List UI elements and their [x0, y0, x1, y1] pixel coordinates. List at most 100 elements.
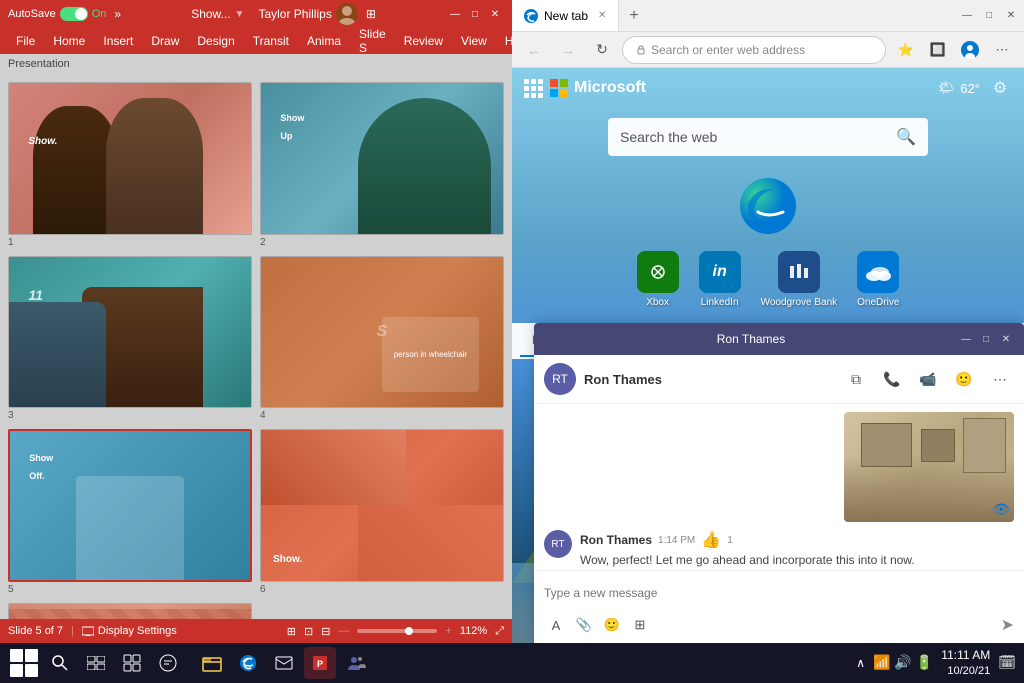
ppt-statusbar: Slide 5 of 7 | Display Settings ⊞ ⊡ ⊟ —	[0, 619, 512, 643]
menu-insert[interactable]: Insert	[95, 32, 141, 50]
volume-icon[interactable]: 🔊	[894, 654, 911, 671]
teams-video-btn[interactable]: 📹	[914, 365, 942, 393]
slide-num-1: 1	[8, 237, 252, 248]
menu-review[interactable]: Review	[396, 32, 451, 50]
wifi-icon[interactable]: 📶	[873, 654, 890, 671]
menu-slidesh[interactable]: Slide S	[351, 25, 394, 57]
slide-2[interactable]: Show Up	[260, 82, 504, 235]
browser-tab-new[interactable]: New tab ✕	[512, 0, 619, 31]
teams-restore-btn[interactable]: □	[978, 331, 994, 347]
new-tab-btn[interactable]: +	[619, 7, 648, 25]
tab-close-btn[interactable]: ✕	[598, 10, 606, 21]
collections-btn[interactable]: ⭐	[892, 36, 920, 64]
teams-more-btn[interactable]: ⋯	[986, 365, 1014, 393]
slide-4[interactable]: S person in wheelchair	[260, 256, 504, 409]
taskbar-edge-btn[interactable]	[232, 647, 264, 679]
slide-7[interactable]	[8, 603, 252, 620]
quick-link-onedrive[interactable]: OneDrive	[857, 251, 899, 308]
browser-minimize-btn[interactable]: —	[958, 7, 976, 25]
list-item: S person in wheelchair 4	[260, 256, 504, 422]
weather-widget[interactable]: 🌤 62°	[938, 80, 980, 96]
notification-tray-btn[interactable]: 🗓	[998, 654, 1016, 671]
ppt-close-btn[interactable]: ✕	[486, 5, 504, 23]
battery-icon[interactable]: 🔋	[916, 654, 933, 671]
start-btn[interactable]	[8, 647, 40, 679]
teams-minimize-btn[interactable]: —	[958, 331, 974, 347]
search-placeholder: Search the web	[620, 129, 888, 145]
extensions-btn[interactable]: 🔲	[924, 36, 952, 64]
teams-chat-window: Ron Thames — □ ✕ RT Ron Thames ⧉ 📞 📹 🙂	[534, 323, 1024, 643]
window-icon: ⊞	[366, 7, 376, 21]
widgets-btn[interactable]	[116, 647, 148, 679]
menu-anima[interactable]: Anima	[299, 32, 349, 50]
teams-contact-name: Ron Thames	[584, 372, 662, 387]
taskbar-teams-btn[interactable]	[340, 647, 372, 679]
quick-link-woodgrove[interactable]: Woodgrove Bank	[761, 251, 838, 308]
slide-3[interactable]: 11	[8, 256, 252, 409]
view-reading-btn[interactable]: ⊟	[321, 625, 330, 638]
taskbar-mail-btn[interactable]	[268, 647, 300, 679]
slide-num-3: 3	[8, 410, 252, 421]
slide-6[interactable]: Show.	[260, 429, 504, 582]
user-avatar[interactable]	[336, 3, 358, 25]
system-tray: ∧ 📶 🔊 🔋 11:11 AM 10/20/21 🗓	[856, 648, 1016, 678]
nav-refresh-btn[interactable]: ↻	[588, 36, 616, 64]
taskview-btn[interactable]	[80, 647, 112, 679]
fit-btn[interactable]: ⤢	[495, 625, 504, 638]
ppt-expand-btn[interactable]: »	[114, 7, 121, 21]
browser-close-btn[interactable]: ✕	[1002, 7, 1020, 25]
slide-5[interactable]: Show Off.	[8, 429, 252, 582]
teams-message-input[interactable]	[544, 577, 1014, 609]
autosave-switch[interactable]	[60, 7, 88, 21]
teams-close-btn[interactable]: ✕	[998, 331, 1014, 347]
slide-1[interactable]: Show.	[8, 82, 252, 235]
teams-header-actions: ⧉ 📞 📹 🙂 ⋯	[842, 365, 1014, 393]
sticker-btn[interactable]: ⊞	[628, 613, 652, 637]
menu-design[interactable]: Design	[189, 32, 242, 50]
browser-maximize-btn[interactable]: □	[980, 7, 998, 25]
menu-file[interactable]: File	[8, 32, 43, 50]
teams-react-btn[interactable]: 🙂	[950, 365, 978, 393]
display-settings[interactable]: Display Settings	[82, 625, 177, 637]
attach-btn[interactable]: 📎	[572, 613, 596, 637]
teams-call-btn[interactable]: 📞	[878, 365, 906, 393]
search-icon[interactable]: 🔍	[896, 127, 916, 147]
slide-info: Slide 5 of 7	[8, 625, 63, 637]
emoji-btn[interactable]: 🙂	[600, 613, 624, 637]
autosave-toggle[interactable]: AutoSave On	[8, 7, 106, 21]
ppt-menu-bar: File Home Insert Draw Design Transit Ani…	[0, 28, 512, 54]
tray-caret-icon[interactable]: ∧	[856, 656, 865, 670]
taskbar-search-btn[interactable]	[44, 647, 76, 679]
teams-copy-btn[interactable]: ⧉	[842, 365, 870, 393]
taskbar-explorer-btn[interactable]	[196, 647, 228, 679]
ppt-maximize-btn[interactable]: □	[466, 5, 484, 23]
microsoft-text: Microsoft	[574, 79, 646, 97]
message-content: Ron Thames 1:14 PM 👍 1 Wow, perfect! Let…	[580, 530, 1014, 569]
nav-back-btn[interactable]: ←	[520, 36, 548, 64]
menu-view[interactable]: View	[453, 32, 495, 50]
menu-draw[interactable]: Draw	[143, 32, 187, 50]
ppt-title: Show... ▼ Taylor Phillips ⊞	[191, 3, 376, 25]
chat-btn[interactable]	[152, 647, 184, 679]
format-btn[interactable]: A	[544, 613, 568, 637]
apps-grid-btn[interactable]	[524, 79, 542, 98]
nav-forward-btn[interactable]: →	[554, 36, 582, 64]
ppt-minimize-btn[interactable]: —	[446, 5, 464, 23]
menu-transit[interactable]: Transit	[245, 32, 297, 50]
address-bar[interactable]: Search or enter web address	[622, 36, 886, 64]
taskbar-ppt-btn[interactable]: P	[304, 647, 336, 679]
search-box[interactable]: Search the web 🔍	[608, 118, 928, 156]
settings-more-btn[interactable]: ⋯	[988, 36, 1016, 64]
view-slide-btn[interactable]: ⊡	[304, 625, 313, 638]
system-clock[interactable]: 11:11 AM 10/20/21	[941, 648, 990, 678]
send-btn[interactable]: ➤	[1001, 615, 1014, 635]
profile-btn[interactable]	[956, 36, 984, 64]
view-normal-btn[interactable]: ⊞	[287, 625, 296, 638]
zoom-level: 112%	[460, 625, 487, 637]
zoom-slider[interactable]	[357, 629, 437, 633]
menu-home[interactable]: Home	[45, 32, 93, 50]
newtab-settings-btn[interactable]: ⚙	[988, 76, 1012, 100]
quick-link-xbox[interactable]: Xbox	[637, 251, 679, 308]
quick-link-linkedin[interactable]: in LinkedIn	[699, 251, 741, 308]
teams-toolbar: A 📎 🙂 ⊞ ➤	[544, 609, 1014, 637]
